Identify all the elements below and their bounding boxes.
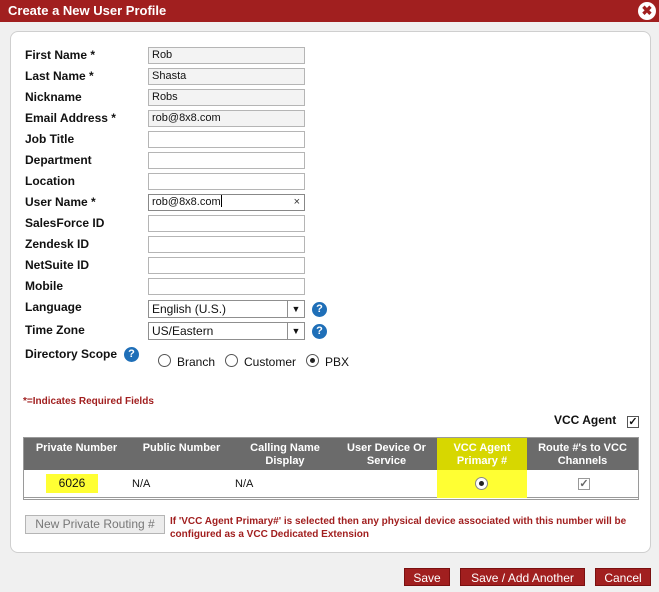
language-label: Language <box>25 300 82 314</box>
language-value: English (U.S.) <box>152 302 227 316</box>
location-field[interactable] <box>148 173 305 190</box>
vcc-agent-checkbox[interactable]: ✓ <box>627 416 639 428</box>
radio-customer-label: Customer <box>244 355 297 369</box>
directory-scope-label: Directory Scope <box>25 347 118 361</box>
language-select[interactable]: English (U.S.) ▼ <box>148 300 305 318</box>
numbers-table: Private Number Public Number Calling Nam… <box>23 437 639 500</box>
first-name-label: First Name * <box>25 48 96 62</box>
public-number-cell: N/A <box>132 478 151 490</box>
department-field[interactable] <box>148 152 305 169</box>
radio-branch-label: Branch <box>177 355 216 369</box>
user-name-field[interactable]: rob@8x8.com × <box>148 194 305 211</box>
private-number-cell: 6026 <box>46 474 98 493</box>
radio-customer[interactable] <box>225 354 238 367</box>
clear-icon[interactable]: × <box>294 195 300 210</box>
chevron-down-icon[interactable]: ▼ <box>287 301 304 317</box>
header-private-number: Private Number <box>35 442 118 454</box>
calling-name-cell: N/A <box>235 478 254 490</box>
vcc-primary-radio[interactable] <box>475 477 488 490</box>
mobile-label: Mobile <box>25 279 63 293</box>
email-label: Email Address * <box>25 111 116 125</box>
directory-scope-help-icon[interactable]: ? <box>124 347 139 362</box>
user-name-value: rob@8x8.com <box>152 196 221 208</box>
chevron-down-icon[interactable]: ▼ <box>287 323 304 339</box>
header-device: User Device Or Service <box>347 442 426 467</box>
text-caret <box>220 195 222 207</box>
form-panel: First Name * Rob Last Name * Shasta Nick… <box>10 31 651 553</box>
dialog-title: Create a New User Profile <box>8 3 167 18</box>
first-name-field[interactable]: Rob <box>148 47 305 64</box>
time-zone-select[interactable]: US/Eastern ▼ <box>148 322 305 340</box>
vcc-warning-text: If 'VCC Agent Primary#' is selected then… <box>170 516 627 540</box>
save-button[interactable]: Save <box>404 568 450 586</box>
netsuite-id-field[interactable] <box>148 257 305 274</box>
close-icon[interactable]: ✖ <box>638 2 656 20</box>
mobile-field[interactable] <box>148 278 305 295</box>
header-route-vcc: Route #'s to VCC Channels <box>538 442 627 467</box>
table-header: Private Number Public Number Calling Nam… <box>24 438 638 470</box>
route-vcc-checkbox[interactable]: ✓ <box>578 478 590 490</box>
dialog-title-bar: Create a New User Profile ✖ <box>0 0 659 22</box>
department-label: Department <box>25 153 92 167</box>
salesforce-id-field[interactable] <box>148 215 305 232</box>
header-vcc-primary: VCC Agent Primary # <box>437 438 527 470</box>
last-name-label: Last Name * <box>25 69 94 83</box>
vcc-primary-cell <box>437 470 527 498</box>
cancel-button[interactable]: Cancel <box>595 568 651 586</box>
zendesk-id-label: Zendesk ID <box>25 237 90 251</box>
radio-pbx[interactable] <box>306 354 319 367</box>
radio-branch[interactable] <box>158 354 171 367</box>
time-zone-label: Time Zone <box>25 323 85 337</box>
salesforce-id-label: SalesForce ID <box>25 216 105 230</box>
vcc-agent-label: VCC Agent <box>554 413 617 427</box>
nickname-label: Nickname <box>25 90 82 104</box>
nickname-field[interactable]: Robs <box>148 89 305 106</box>
radio-pbx-label: PBX <box>325 355 350 369</box>
language-help-icon[interactable]: ? <box>312 302 327 317</box>
time-zone-help-icon[interactable]: ? <box>312 324 327 339</box>
job-title-field[interactable] <box>148 131 305 148</box>
email-field[interactable]: rob@8x8.com <box>148 110 305 127</box>
user-name-label: User Name * <box>25 195 96 209</box>
last-name-field[interactable]: Shasta <box>148 68 305 85</box>
netsuite-id-label: NetSuite ID <box>25 258 90 272</box>
job-title-label: Job Title <box>25 132 75 146</box>
header-public-number: Public Number <box>142 442 221 454</box>
required-fields-note: *=Indicates Required Fields <box>23 396 154 407</box>
new-private-routing-button[interactable]: New Private Routing # <box>25 515 165 534</box>
location-label: Location <box>25 174 75 188</box>
zendesk-id-field[interactable] <box>148 236 305 253</box>
table-row: 6026 N/A N/A ✓ <box>24 470 638 498</box>
save-add-another-button[interactable]: Save / Add Another <box>460 568 585 586</box>
header-calling-name: Calling Name Display <box>250 442 320 467</box>
time-zone-value: US/Eastern <box>152 324 214 338</box>
